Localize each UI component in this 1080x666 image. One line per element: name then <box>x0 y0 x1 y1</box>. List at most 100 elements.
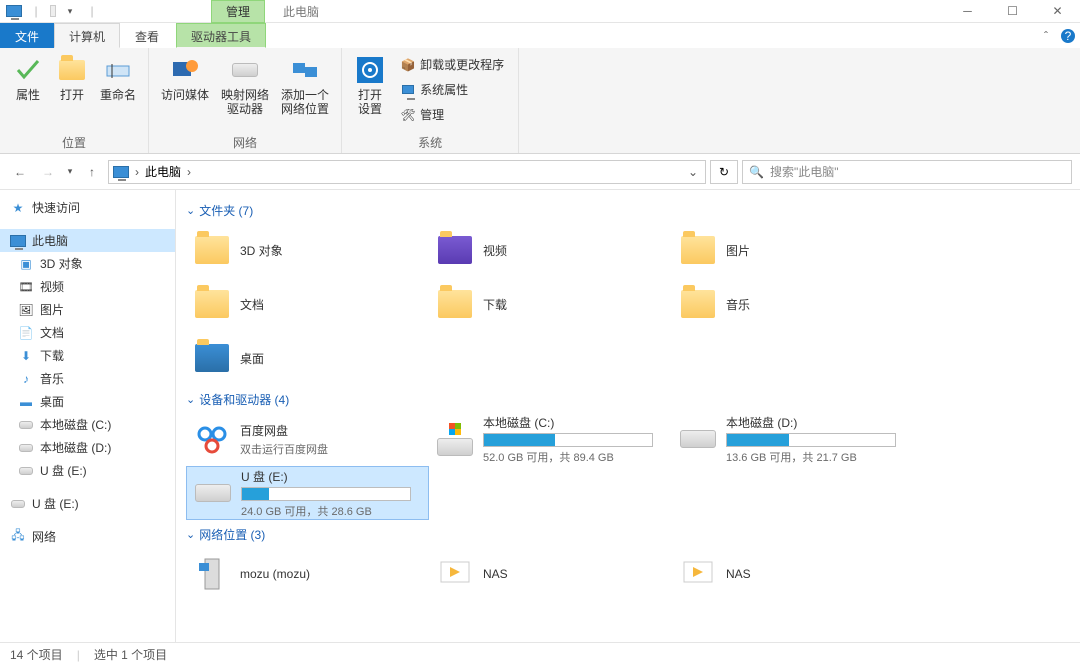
group-label-system: 系统 <box>348 132 512 153</box>
system-properties-button[interactable]: 系统属性 <box>396 79 508 100</box>
sidebar-item-c-drive[interactable]: 本地磁盘 (C:) <box>0 413 175 436</box>
uninstall-button[interactable]: 📦卸载或更改程序 <box>396 54 508 75</box>
sidebar-item-downloads[interactable]: ⬇下载 <box>0 344 175 367</box>
add-network-button[interactable]: 添加一个 网络位置 <box>275 52 335 132</box>
map-drive-button[interactable]: 映射网络 驱动器 <box>215 52 275 132</box>
tab-view[interactable]: 查看 <box>120 23 174 48</box>
sidebar-item-3d-objects[interactable]: ▣3D 对象 <box>0 252 175 275</box>
tile-label: NAS <box>726 567 909 581</box>
tile-label: 下载 <box>483 296 666 313</box>
tab-file[interactable]: 文件 <box>0 23 54 48</box>
tile-videos[interactable]: 视频 <box>429 223 672 277</box>
navigation-bar: ← → ▾ ↑ › 此电脑 › ⌄ ↻ 🔍 搜索"此电脑" <box>0 154 1080 190</box>
media-icon <box>169 54 201 86</box>
address-bar[interactable]: › 此电脑 › ⌄ <box>108 160 706 184</box>
breadcrumb[interactable]: 此电脑 <box>145 163 181 180</box>
minimize-button[interactable]: ─ <box>945 0 990 23</box>
rename-button[interactable]: 重命名 <box>94 52 142 132</box>
manage-label: 管理 <box>420 106 444 123</box>
manage-icon: 🛠 <box>400 107 416 123</box>
sidebar-item-label: 3D 对象 <box>40 255 83 272</box>
tab-computer[interactable]: 计算机 <box>54 23 120 48</box>
qat-dropdown-icon[interactable]: ▾ <box>62 3 78 19</box>
usb-icon <box>18 463 34 479</box>
ribbon: 属性 打开 重命名 位置 访问媒体 映射网络 驱动器 <box>0 48 1080 154</box>
refresh-button[interactable]: ↻ <box>710 160 738 184</box>
tile-sub: 52.0 GB 可用，共 89.4 GB <box>483 449 666 465</box>
checkmark-icon <box>12 54 44 86</box>
back-button[interactable]: ← <box>8 160 32 184</box>
sidebar-item-label: 此电脑 <box>32 232 68 249</box>
desktop-icon <box>192 338 232 378</box>
pc-small-icon <box>400 82 416 98</box>
sidebar-item-label: 网络 <box>32 528 56 545</box>
group-header-folders[interactable]: ⌄文件夹 (7) <box>186 196 1070 223</box>
search-input[interactable]: 🔍 搜索"此电脑" <box>742 160 1072 184</box>
tab-drive-tools[interactable]: 驱动器工具 <box>176 23 266 48</box>
music-icon: ♪ <box>18 371 34 387</box>
properties-button[interactable]: 属性 <box>6 52 50 132</box>
drive-icon <box>18 417 34 433</box>
tile-documents[interactable]: 文档 <box>186 277 429 331</box>
group-header-network[interactable]: ⌄网络位置 (3) <box>186 520 1070 547</box>
manage-button[interactable]: 🛠管理 <box>396 104 508 125</box>
tile-pictures[interactable]: 图片 <box>672 223 915 277</box>
sidebar-item-music[interactable]: ♪ 音乐 <box>0 367 175 390</box>
tile-desktop[interactable]: 桌面 <box>186 331 429 385</box>
tile-label: mozu (mozu) <box>240 567 423 581</box>
tile-nas-1[interactable]: NAS <box>429 547 672 601</box>
media-device-icon <box>435 554 475 594</box>
help-icon[interactable]: ? <box>1056 23 1080 48</box>
tile-nas-2[interactable]: NAS <box>672 547 915 601</box>
sidebar-item-label: 音乐 <box>40 370 64 387</box>
close-button[interactable]: ✕ <box>1035 0 1080 23</box>
sidebar-item-documents[interactable]: 📄文档 <box>0 321 175 344</box>
item-count: 14 个项目 <box>10 646 63 663</box>
search-icon: 🔍 <box>749 165 764 179</box>
sidebar-item-e-drive[interactable]: U 盘 (E:) <box>0 459 175 482</box>
desktop-icon: ▬ <box>18 394 34 410</box>
sidebar-item-videos[interactable]: 🎞视频 <box>0 275 175 298</box>
group-title: 网络位置 (3) <box>199 526 265 543</box>
window-title: 此电脑 <box>283 3 319 20</box>
ribbon-group-network: 访问媒体 映射网络 驱动器 添加一个 网络位置 网络 <box>149 48 342 153</box>
content-area: ★快速访问 此电脑 ▣3D 对象 🎞视频 🖼图片 📄文档 ⬇下载 ♪音乐 ▬桌面… <box>0 190 1080 642</box>
group-title: 文件夹 (7) <box>199 202 253 219</box>
tile-label: 音乐 <box>726 296 909 313</box>
tile-3d-objects[interactable]: 3D 对象 <box>186 223 429 277</box>
main-content: ⌄文件夹 (7) 3D 对象 视频 图片 文档 下载 音乐 桌面 ⌄设备和驱动器… <box>176 190 1080 642</box>
properties-label: 属性 <box>16 88 40 102</box>
tile-downloads[interactable]: 下载 <box>429 277 672 331</box>
open-button[interactable]: 打开 <box>50 52 94 132</box>
sidebar-item-network[interactable]: 🖧网络 <box>0 525 175 548</box>
group-header-devices[interactable]: ⌄设备和驱动器 (4) <box>186 385 1070 412</box>
chevron-down-icon: ⌄ <box>186 393 195 406</box>
maximize-button[interactable]: ☐ <box>990 0 1035 23</box>
tile-d-drive[interactable]: 本地磁盘 (D:)13.6 GB 可用，共 21.7 GB <box>672 412 915 466</box>
tile-e-drive[interactable]: U 盘 (E:)24.0 GB 可用，共 28.6 GB <box>186 466 429 520</box>
sidebar-item-label: 下载 <box>40 347 64 364</box>
sidebar-item-e-drive-root[interactable]: U 盘 (E:) <box>0 492 175 515</box>
sidebar-item-d-drive[interactable]: 本地磁盘 (D:) <box>0 436 175 459</box>
tile-baidu[interactable]: 百度网盘双击运行百度网盘 <box>186 412 429 466</box>
forward-button[interactable]: → <box>36 160 60 184</box>
sidebar-item-quick-access[interactable]: ★快速访问 <box>0 196 175 219</box>
address-dropdown-icon[interactable]: ⌄ <box>685 165 701 179</box>
svg-text:?: ? <box>1065 29 1072 43</box>
sidebar-item-desktop[interactable]: ▬桌面 <box>0 390 175 413</box>
sidebar-item-label: U 盘 (E:) <box>40 462 87 479</box>
sidebar-item-this-pc[interactable]: 此电脑 <box>0 229 175 252</box>
cube-icon <box>192 230 232 270</box>
up-button[interactable]: ↑ <box>80 160 104 184</box>
ribbon-collapse-icon[interactable]: ˆ <box>1036 23 1056 48</box>
recent-dropdown[interactable]: ▾ <box>64 160 76 184</box>
tile-mozu[interactable]: mozu (mozu) <box>186 547 429 601</box>
tile-label: 百度网盘 <box>240 422 423 439</box>
tile-music[interactable]: 音乐 <box>672 277 915 331</box>
tile-sub: 13.6 GB 可用，共 21.7 GB <box>726 449 909 465</box>
tile-c-drive[interactable]: 本地磁盘 (C:)52.0 GB 可用，共 89.4 GB <box>429 412 672 466</box>
sidebar-item-pictures[interactable]: 🖼图片 <box>0 298 175 321</box>
devices-grid: 百度网盘双击运行百度网盘 本地磁盘 (C:)52.0 GB 可用，共 89.4 … <box>186 412 1070 520</box>
open-settings-button[interactable]: 打开 设置 <box>348 52 392 132</box>
access-media-button[interactable]: 访问媒体 <box>155 52 215 132</box>
